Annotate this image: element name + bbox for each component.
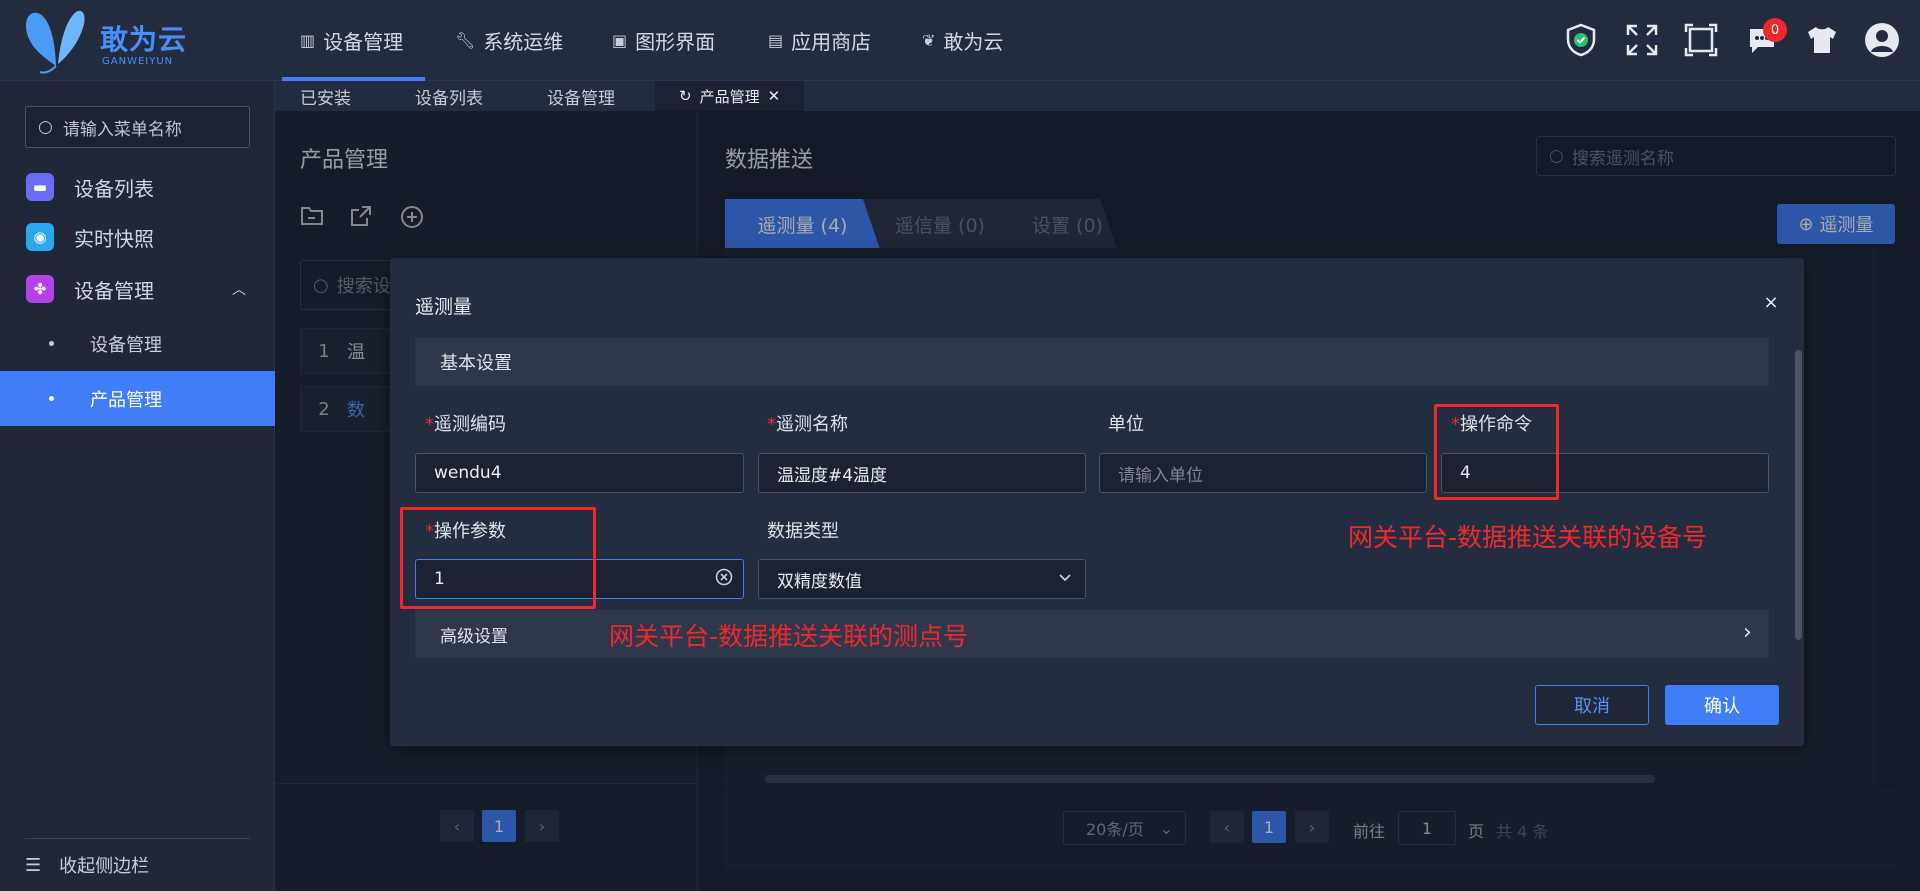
bullet-dot xyxy=(49,341,54,346)
annotation-box-param xyxy=(400,507,596,609)
collapse-sidebar-button[interactable]: ☰ 收起侧边栏 xyxy=(25,852,149,878)
tab-device-management[interactable]: 设备管理 xyxy=(547,81,615,111)
fullscreen-icon[interactable] xyxy=(1682,21,1720,59)
confirm-button[interactable]: 确认 xyxy=(1665,685,1779,725)
name-label: *遥测名称 xyxy=(767,414,848,435)
name-label-text: 遥测名称 xyxy=(776,414,848,435)
chevron-up-icon: ︿ xyxy=(232,282,246,298)
tab-device-list[interactable]: 设备列表 xyxy=(415,81,483,111)
chevron-right-icon[interactable]: › xyxy=(1743,620,1752,645)
menu-search-input[interactable]: ○ 请输入菜单名称 xyxy=(25,106,250,148)
cancel-button[interactable]: 取消 xyxy=(1535,685,1649,725)
sidebar-subitem-device-management[interactable]: 设备管理 xyxy=(0,316,275,371)
datatype-select[interactable]: 双精度数值 xyxy=(758,559,1086,599)
tab-label: 设备列表 xyxy=(415,88,483,109)
basic-settings-section[interactable]: 基本设置 xyxy=(415,338,1769,386)
avatar-icon[interactable] xyxy=(1863,21,1901,59)
shirt-icon[interactable] xyxy=(1803,21,1841,59)
clover-icon: ✤ xyxy=(26,275,54,303)
topnav-label: 敢为云 xyxy=(943,30,1004,54)
code-label-text: 遥测编码 xyxy=(434,414,506,435)
bullet-dot xyxy=(49,396,54,401)
datatype-value: 双精度数值 xyxy=(777,571,862,592)
dialog-scrollbar[interactable] xyxy=(1795,350,1802,640)
tab-label: 设备管理 xyxy=(547,88,615,109)
clear-icon[interactable] xyxy=(715,568,733,591)
page-tabs-bar xyxy=(275,81,1920,111)
unit-label: 单位 xyxy=(1108,414,1144,435)
shield-check-icon[interactable] xyxy=(1562,21,1600,59)
sidebar-subitem-label: 产品管理 xyxy=(90,389,162,411)
menu-search-placeholder: 请输入菜单名称 xyxy=(62,119,182,140)
close-icon[interactable]: ✕ xyxy=(768,87,781,105)
close-icon[interactable]: × xyxy=(1761,292,1781,313)
sidebar-subitem-product-management[interactable]: 产品管理 xyxy=(0,371,275,426)
sidebar-item-device-management[interactable]: ✤ 设备管理 ︿ xyxy=(0,264,275,314)
butterfly-icon: ❦ xyxy=(922,31,936,50)
topnav-graphics[interactable]: ▣ 图形界面 xyxy=(612,0,715,81)
brand-name: 敢为云 xyxy=(100,23,188,56)
datatype-label: 数据类型 xyxy=(767,521,839,542)
collapse-label: 收起侧边栏 xyxy=(59,856,150,877)
store-icon: ▤ xyxy=(768,31,784,50)
monitor-icon: ▣ xyxy=(612,31,628,50)
sidebar-item-label: 实时快照 xyxy=(74,226,154,251)
wrench-icon: 🔧︎ xyxy=(455,31,476,50)
topnav-ganweiyun[interactable]: ❦ 敢为云 xyxy=(922,0,1003,81)
topnav-label: 图形界面 xyxy=(635,30,716,54)
topnav-app-store[interactable]: ▤ 应用商店 xyxy=(768,0,871,81)
notification-badge: 0 xyxy=(1763,18,1787,42)
brand-logo[interactable]: 敢为云 GANWEIYUN xyxy=(22,6,202,76)
sidebar-item-label: 设备管理 xyxy=(74,278,154,303)
annotation-point-note: 网关平台-数据推送关联的测点号 xyxy=(609,622,969,651)
topnav-label: 系统运维 xyxy=(483,30,564,54)
code-label: *遥测编码 xyxy=(425,414,506,435)
library-icon: ▥ xyxy=(300,31,316,50)
tab-installed[interactable]: 已安装 xyxy=(300,81,351,111)
camera-icon: ◉ xyxy=(26,223,54,251)
topnav-device-management[interactable]: ▥ 设备管理 xyxy=(281,0,426,81)
code-input[interactable]: wendu4 xyxy=(415,453,744,493)
chevron-down-icon xyxy=(1057,569,1073,590)
search-icon: ○ xyxy=(38,117,53,137)
monitor-icon: ▬ xyxy=(26,173,54,201)
tab-label: 已安装 xyxy=(300,88,351,109)
tab-product-management[interactable]: ↻ 产品管理 ✕ xyxy=(655,81,805,111)
brand-subtitle: GANWEIYUN xyxy=(102,56,174,67)
expand-icon[interactable] xyxy=(1623,21,1661,59)
collapse-icon: ☰ xyxy=(25,854,42,876)
sidebar-item-label: 设备列表 xyxy=(74,176,154,201)
annotation-box-command xyxy=(1434,404,1559,500)
dialog-title: 遥测量 xyxy=(415,296,473,318)
tab-label: 产品管理 xyxy=(699,87,760,106)
topnav-system-ops[interactable]: 🔧︎ 系统运维 xyxy=(455,0,563,81)
unit-input[interactable]: 请输入单位 xyxy=(1099,453,1427,493)
topnav-label: 应用商店 xyxy=(791,30,872,54)
refresh-icon[interactable]: ↻ xyxy=(679,87,692,105)
telemetry-dialog xyxy=(390,258,1804,746)
divider xyxy=(25,838,250,839)
sidebar-item-snapshot[interactable]: ◉ 实时快照 xyxy=(0,212,275,262)
butterfly-logo-icon xyxy=(25,10,85,74)
annotation-device-note: 网关平台-数据推送关联的设备号 xyxy=(1348,523,1708,552)
sidebar-subitem-label: 设备管理 xyxy=(90,334,162,356)
topnav-label: 设备管理 xyxy=(323,30,404,54)
name-input[interactable]: 温湿度#4温度 xyxy=(758,453,1086,493)
sidebar-item-device-list[interactable]: ▬ 设备列表 xyxy=(0,162,275,212)
